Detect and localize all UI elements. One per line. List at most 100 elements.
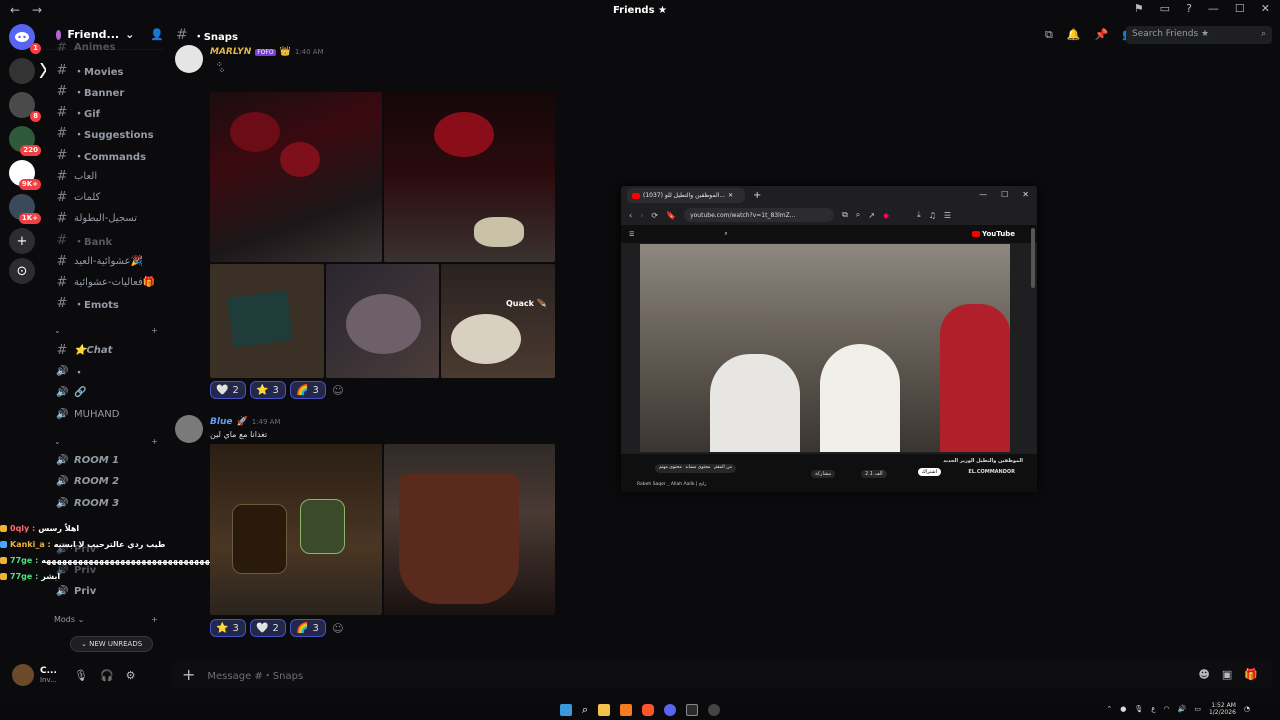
address-bar[interactable]: youtube.com/watch?v=1t_83lmZ... (684, 208, 835, 222)
youtube-menu-icon[interactable]: ☰ (629, 231, 634, 238)
menu-icon[interactable]: ☰ (944, 211, 951, 220)
category-header[interactable]: ⌄ + (54, 326, 158, 335)
forward-arrow-icon[interactable]: → (32, 3, 44, 17)
help-icon[interactable]: ? (1186, 2, 1192, 15)
add-reaction-icon[interactable]: ☺ (330, 381, 346, 399)
scrollbar[interactable] (1031, 228, 1035, 288)
download-icon[interactable]: ⤓ (917, 210, 921, 220)
zoom-icon[interactable]: ⌕ (856, 210, 860, 220)
close-button[interactable]: ✕ (1261, 2, 1270, 15)
server-icon-1[interactable]: X (9, 58, 53, 84)
add-channel-icon[interactable]: + (151, 615, 158, 624)
windows-start-icon[interactable] (559, 704, 572, 716)
clock[interactable]: 1:52 AM 1/2/2026 (1209, 702, 1236, 716)
channel-suggestions[interactable]: # ・Suggestions (56, 124, 166, 142)
app-icon[interactable] (708, 704, 721, 716)
add-channel-icon[interactable]: + (151, 437, 158, 446)
maximize-button[interactable]: ☐ (1001, 190, 1008, 199)
voice-channel-link[interactable]: 🔊 🔗 (56, 383, 166, 401)
share-icon[interactable]: ↗ (868, 211, 875, 220)
photo-box[interactable] (210, 264, 324, 378)
add-member-icon[interactable]: 👤 (150, 28, 164, 41)
bookmark-icon[interactable]: 🔖 (666, 211, 676, 220)
author-name[interactable]: Blue (210, 417, 232, 427)
wifi-icon[interactable]: ◠ (1163, 705, 1169, 713)
terminal-icon[interactable] (686, 704, 699, 716)
channel-chat[interactable]: # ⭐Chat (56, 341, 166, 359)
channel-tournament[interactable]: # تسجيل-البطولة (56, 209, 166, 227)
extension-icon[interactable]: ⧉ (842, 210, 848, 220)
microphone-icon[interactable]: 🎙 (74, 669, 88, 682)
photo-roses-1[interactable] (210, 92, 382, 262)
new-tab-icon[interactable]: + (753, 190, 761, 201)
channel-gif[interactable]: # ・Gif (56, 103, 166, 121)
category-mods[interactable]: Mods ⌄ + (54, 615, 158, 624)
back-icon[interactable]: ‹ (629, 211, 632, 220)
channel-commands[interactable]: # ・Commands (56, 146, 166, 164)
voice-channel-muhand[interactable]: 🔊 MUHAND (56, 405, 166, 423)
attach-plus-icon[interactable]: + (182, 665, 195, 684)
photo-drinks-2[interactable] (384, 444, 555, 615)
user-info[interactable]: C... Inv... (40, 666, 62, 684)
reload-icon[interactable]: ⟳ (651, 211, 658, 220)
shield-icon[interactable]: ◆ (883, 211, 889, 220)
search-icon[interactable]: ⌕ (582, 703, 588, 717)
discord-tray-icon[interactable]: ● (1120, 705, 1126, 713)
chevron-up-icon[interactable]: ⌃ (1106, 705, 1112, 713)
search-input[interactable]: Search Friends ★ ⌕ (1126, 26, 1272, 44)
brave-browser-icon[interactable] (642, 704, 655, 716)
close-button[interactable]: ✕ (1022, 190, 1029, 199)
explore-icon[interactable]: ⊙ (9, 258, 35, 284)
video-player[interactable] (640, 244, 1010, 452)
youtube-search-icon[interactable]: ⌕ (724, 230, 727, 238)
maximize-button[interactable]: ☐ (1235, 2, 1245, 15)
channel-banner[interactable]: # ・Banner (56, 82, 166, 100)
pin-icon[interactable]: 📌 (1095, 28, 1109, 42)
photo-pan[interactable] (326, 264, 439, 378)
channel-words[interactable]: # كلمات (56, 188, 166, 206)
gif-icon[interactable]: ▣ (1222, 668, 1232, 681)
subscribe-button[interactable]: اشتراك (917, 468, 941, 476)
headphones-icon[interactable]: 🎧 (100, 669, 114, 682)
photo-plates[interactable]: Quack 🪶 (441, 264, 555, 378)
reaction-heart[interactable]: 🤍 2 (210, 381, 246, 399)
chip[interactable]: محتوى مهتم (655, 464, 686, 473)
screen-icon[interactable]: ▭ (1160, 2, 1170, 15)
channel-events[interactable]: # فعاليات-عشوائية🎁 (56, 273, 166, 291)
category-header[interactable]: ⌄ + (54, 437, 158, 446)
chip[interactable]: محتوى مشابه (681, 464, 715, 473)
like-button[interactable]: 2.1 ألف (861, 470, 887, 478)
notifications-icon[interactable]: ◔ (1244, 705, 1250, 713)
reaction-custom[interactable]: 🌈 3 (290, 619, 326, 637)
channel-games[interactable]: # العاب (56, 167, 166, 185)
channel-eid[interactable]: # عشوائية-العيد🎉 (56, 252, 166, 270)
sticker-icon[interactable]: ☻ (1198, 668, 1209, 681)
channel-movies[interactable]: # ・Movies (56, 61, 166, 79)
threads-icon[interactable]: ⧉ (1045, 28, 1053, 42)
add-reaction-icon[interactable]: ☺ (330, 619, 346, 637)
tab-close-icon[interactable]: ✕ (728, 192, 733, 199)
channel-animes[interactable]: # Animes (56, 42, 166, 52)
channel-name[interactable]: EL.COMMANDOR (968, 469, 1015, 475)
voice-channel-dot[interactable]: 🔊 ・ (56, 362, 166, 380)
server-icon-2[interactable]: 9K+ (9, 160, 41, 190)
music-icon[interactable]: ♫ (929, 211, 936, 220)
back-arrow-icon[interactable]: ← (10, 3, 22, 17)
inbox-flag-icon[interactable]: ⚑ (1134, 2, 1144, 15)
reaction-star[interactable]: ⭐ 3 (250, 381, 286, 399)
gift-icon[interactable]: 🎁 (1244, 668, 1258, 681)
reaction-heart[interactable]: 🤍 2 (250, 619, 286, 637)
author-name[interactable]: MARLYN (210, 47, 251, 57)
channel-emots[interactable]: # ・Emots (56, 294, 166, 312)
folder-icon[interactable] (598, 704, 611, 716)
browser-tab[interactable]: (1037) الموظفين والتطيل للو... ✕ (627, 188, 745, 203)
share-button[interactable]: مشاركة (811, 470, 836, 478)
photo-drinks-1[interactable] (210, 444, 382, 615)
voice-room-2[interactable]: 🔊 ROOM 2 (56, 472, 166, 490)
minimize-button[interactable]: — (1208, 2, 1219, 15)
avatar[interactable] (175, 45, 203, 73)
language-indicator[interactable]: ع (1151, 705, 1155, 713)
channel-bank[interactable]: # ・Bank (56, 231, 166, 249)
avatar[interactable] (12, 664, 34, 686)
server-folder-1[interactable]: 8 (9, 92, 41, 122)
